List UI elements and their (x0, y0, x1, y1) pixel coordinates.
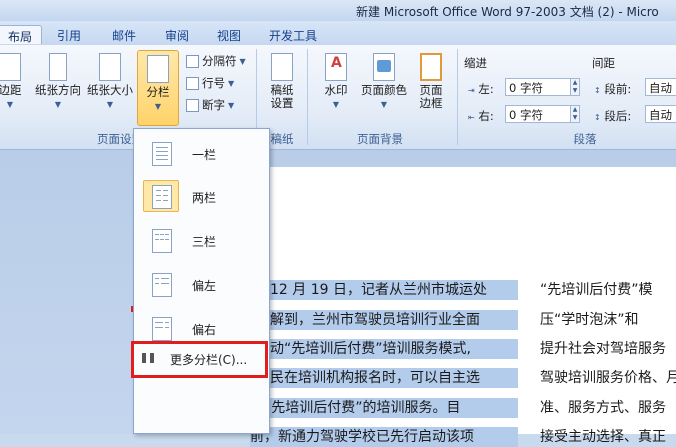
tab-review[interactable]: 审阅 (162, 25, 192, 44)
separator (457, 49, 458, 145)
spacing-before-label: ↕ 段前: (594, 82, 632, 96)
size-button[interactable]: 纸张大小 ▼ (86, 53, 134, 111)
watermark-icon: A (325, 53, 347, 81)
page-color-button[interactable]: 页面颜色 ▼ (356, 53, 412, 111)
text-line: 提升社会对驾培服务 (540, 341, 666, 357)
tab-references[interactable]: 引用 (54, 25, 84, 44)
paragraph-group-label: 段落 (573, 132, 597, 146)
indent-right-label: ⇤ 右: (468, 109, 494, 123)
spacing-label: 间距 (592, 56, 615, 70)
hyphenation-button[interactable]: 断字 ▼ (186, 97, 234, 113)
orientation-button[interactable]: 纸张方向 ▼ (32, 53, 84, 111)
text-line: 压“学时泡沫”和 (540, 312, 639, 328)
left-column-icon (152, 273, 172, 297)
page-background-group-label: 页面背景 (357, 132, 403, 146)
indent-left-spinner[interactable]: ▲ ▼ (571, 78, 580, 96)
right-column-icon (152, 317, 172, 341)
page-borders-button[interactable]: 页面 边框 (414, 53, 448, 110)
columns-left-item[interactable]: 偏左 (140, 265, 264, 303)
columns-two-item[interactable]: 两栏 (140, 177, 264, 215)
separator (307, 49, 308, 145)
line-numbers-icon (186, 76, 199, 90)
text-line: 驾驶培训服务价格、月 (540, 370, 676, 386)
tab-page-layout[interactable]: 布局 (0, 25, 42, 44)
text-line: 民在培训机构报名时，可以自主选 (270, 368, 518, 388)
columns-right-label: 偏右 (192, 323, 217, 337)
line-numbers-button[interactable]: 行号 ▼ (186, 75, 234, 91)
columns-one-label: 一栏 (192, 148, 217, 162)
indent-label: 缩进 (464, 56, 487, 70)
text-line: 解到，兰州市驾驶员培训行业全面 (270, 310, 518, 330)
margins-button[interactable]: 边距 ▼ (0, 53, 28, 111)
text-line: 接受主动选择、真正 (540, 429, 666, 445)
spacing-after-label: ↕ 段后: (594, 109, 632, 123)
columns-three-label: 三栏 (192, 235, 217, 249)
title-bar: 新建 Microsoft Office Word 97-2003 文档 (2) … (0, 0, 676, 22)
orientation-icon (49, 53, 67, 81)
columns-three-item[interactable]: 三栏 (140, 221, 264, 259)
text-line: 择“先培训后付费”的培训服务。目 (250, 398, 518, 418)
text-line: 准、服务方式、服务 (540, 400, 666, 416)
columns-icon (147, 55, 169, 83)
text-line: “先培训后付费”模 (540, 282, 653, 298)
tab-view[interactable]: 视图 (214, 25, 244, 44)
highlight-callout (131, 341, 268, 378)
manuscript-icon (271, 53, 293, 81)
tab-developer[interactable]: 开发工具 (265, 25, 321, 44)
text-line: 12 月 19 日，记者从兰州市城运处 (270, 280, 518, 300)
spacing-before-input[interactable]: 自动 (645, 78, 676, 96)
watermark-button[interactable]: A 水印 ▼ (318, 53, 354, 111)
two-columns-icon (152, 185, 172, 209)
columns-two-label: 两栏 (192, 191, 217, 205)
manuscript-settings-button[interactable]: 稿纸 设置 (264, 53, 300, 110)
ribbon-tabs: 布局 引用 邮件 审阅 视图 开发工具 (0, 21, 676, 45)
text-line: 动“先培训后付费”培训服务模式, (270, 339, 518, 359)
breaks-button[interactable]: 分隔符 ▼ (186, 53, 246, 69)
spacing-after-input[interactable]: 自动 (645, 105, 676, 123)
columns-one-item[interactable]: 一栏 (140, 134, 264, 172)
page-borders-icon (420, 53, 442, 81)
indent-left-label: ⇥ 左: (468, 82, 494, 96)
one-column-icon (152, 142, 172, 166)
three-columns-icon (152, 229, 172, 253)
margins-icon (0, 53, 21, 81)
hyphenation-icon (186, 98, 199, 112)
breaks-icon (186, 54, 199, 68)
indent-left-input[interactable]: 0 字符 (505, 78, 571, 96)
tab-mailings[interactable]: 邮件 (109, 25, 139, 44)
indent-right-spinner[interactable]: ▲ ▼ (571, 105, 580, 123)
page-color-icon (373, 53, 395, 81)
paper-size-icon (99, 53, 121, 81)
columns-dropdown: 一栏 两栏 三栏 偏左 偏右 (133, 128, 270, 434)
ribbon: 边距 ▼ 纸张方向 ▼ 纸张大小 ▼ 分栏 ▼ 分隔符 ▼ 行号 ▼ 断字 ▼ 页面设置 稿纸… (0, 45, 676, 150)
columns-button[interactable]: 分栏 ▼ (137, 50, 179, 126)
indent-right-input[interactable]: 0 字符 (505, 105, 571, 123)
columns-left-label: 偏左 (192, 279, 217, 293)
text-line: 前，新通力驾驶学校已先行启动该项 (250, 427, 518, 447)
window-title: 新建 Microsoft Office Word 97-2003 文档 (2) … (356, 5, 659, 19)
